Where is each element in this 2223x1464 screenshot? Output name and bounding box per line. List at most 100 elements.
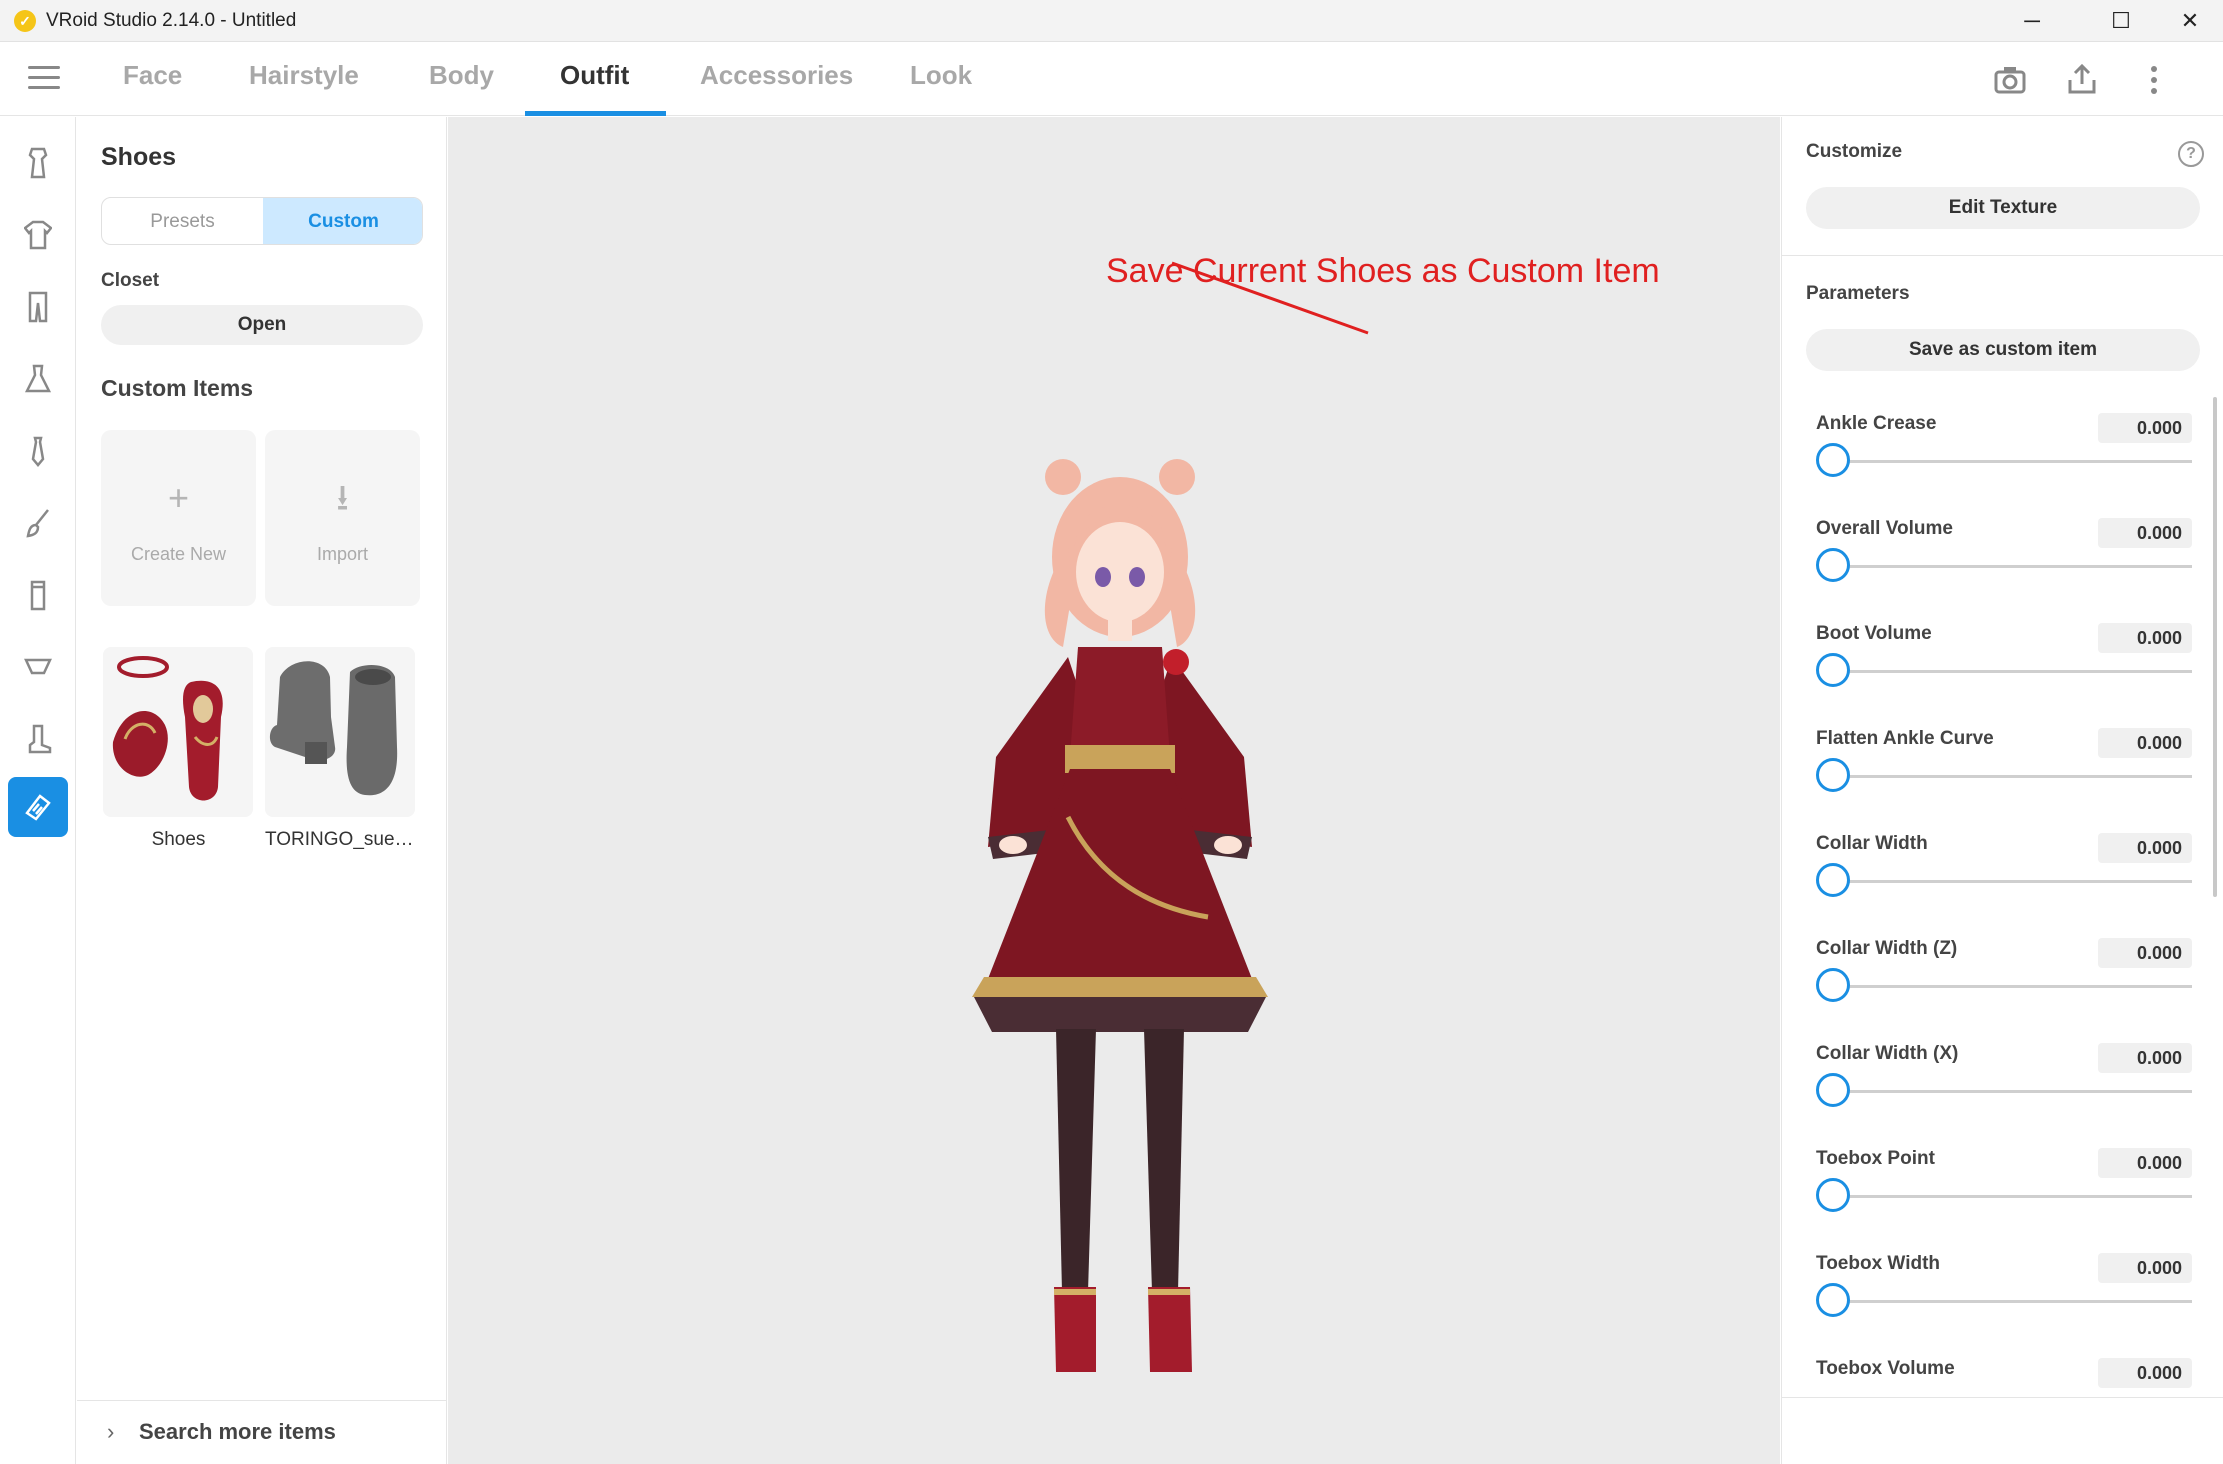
help-icon[interactable]: ? [2178,141,2204,167]
plus-icon: + [167,477,190,518]
param-value-input[interactable]: 0.000 [2098,1253,2192,1283]
slider-thumb[interactable] [1816,863,1850,897]
slider-thumb[interactable] [1816,1178,1850,1212]
tab-look[interactable]: Look [910,60,972,116]
custom-item-toringo-thumbnail[interactable] [265,647,415,817]
window-title: VRoid Studio 2.14.0 - Untitled [46,10,297,31]
download-icon: ⭳ [336,477,349,518]
slider-thumb[interactable] [1816,548,1850,582]
closet-label: Closet [101,270,160,291]
category-rail [0,117,76,1464]
custom-items-title: Custom Items [101,375,254,401]
param-value-input[interactable]: 0.000 [2098,1358,2192,1388]
annotation-arrow-icon [1171,261,1369,335]
model-viewport[interactable]: Save Current Shoes as Custom Item [448,117,1780,1464]
param-label: Toebox Width [1816,1253,1941,1274]
save-as-custom-item-button[interactable]: Save as custom item [1806,329,2200,371]
param-label: Ankle Crease [1816,413,1937,434]
param-ankle-crease: Ankle Crease 0.000 [1816,413,2192,518]
rail-underwear-icon[interactable] [8,637,68,697]
param-label: Collar Width (X) [1816,1043,1959,1064]
params-scrollbar[interactable] [2213,397,2217,897]
import-button[interactable]: ⭳ Import [265,430,420,606]
slider-track[interactable] [1826,985,2192,988]
rail-tops-icon[interactable] [8,205,68,265]
export-icon[interactable] [2062,60,2102,100]
minimize-button[interactable]: ─ [1997,0,2067,42]
slider-thumb[interactable] [1816,968,1850,1002]
search-more-items[interactable]: › Search more items [77,1400,447,1464]
param-value-input[interactable]: 0.000 [2098,1148,2192,1178]
shoes-left-panel: Shoes Presets Custom Closet Open Custom … [77,117,447,1464]
slider-thumb[interactable] [1816,653,1850,687]
param-overall-volume: Overall Volume 0.000 [1816,518,2192,623]
hamburger-menu-icon[interactable] [28,66,60,92]
param-label: Toebox Volume [1816,1358,1955,1379]
param-value-input[interactable]: 0.000 [2098,833,2192,863]
rail-brush-icon[interactable] [8,493,68,553]
tab-face[interactable]: Face [123,60,182,116]
import-label: Import [316,544,368,564]
custom-item-toringo-label: TORINGO_sued… [265,829,420,850]
rail-socks-icon[interactable] [8,565,68,625]
slider-track[interactable] [1826,1090,2192,1093]
param-label: Collar Width (Z) [1816,938,1958,959]
slider-track[interactable] [1826,775,2192,778]
param-value-input[interactable]: 0.000 [2098,1043,2192,1073]
param-value-input[interactable]: 0.000 [2098,938,2192,968]
custom-tab[interactable]: Custom [263,198,422,244]
slider-track[interactable] [1826,880,2192,883]
closet-open-button[interactable]: Open [101,305,423,345]
chevron-right-icon: › [107,1419,115,1444]
presets-tab[interactable]: Presets [102,198,263,244]
customize-right-panel: Customize ? Edit Texture Parameters Save… [1781,117,2223,1464]
panel-divider [1782,255,2223,256]
tab-hairstyle[interactable]: Hairstyle [249,60,359,116]
param-value-input[interactable]: 0.000 [2098,518,2192,548]
slider-track[interactable] [1826,460,2192,463]
param-collar-width-z: Collar Width (Z) 0.000 [1816,938,2192,1043]
edit-texture-button[interactable]: Edit Texture [1806,187,2200,229]
app-logo-icon: ✓ [14,10,36,32]
camera-icon[interactable] [1990,60,2030,100]
window-titlebar: ✓ VRoid Studio 2.14.0 - Untitled ─ ☐ ✕ [0,0,2223,42]
slider-thumb[interactable] [1816,443,1850,477]
panel-title: Shoes [101,143,177,171]
slider-track[interactable] [1826,565,2192,568]
active-tab-indicator [525,111,666,116]
rail-bottoms-icon[interactable] [8,277,68,337]
slider-track[interactable] [1826,1195,2192,1198]
custom-item-shoes-label: Shoes [151,829,206,850]
custom-item-shoes-thumbnail[interactable] [103,647,253,817]
slider-thumb[interactable] [1816,1073,1850,1107]
rail-onepiece-icon[interactable] [8,133,68,193]
rail-boot-icon[interactable] [8,709,68,769]
slider-thumb[interactable] [1816,758,1850,792]
param-value-input[interactable]: 0.000 [2098,623,2192,653]
main-tabbar: Face Hairstyle Body Outfit Accessories L… [0,42,2223,116]
param-label: Collar Width [1816,833,1928,854]
customize-title: Customize [1806,141,1903,162]
param-value-input[interactable]: 0.000 [2098,728,2192,758]
param-value-input[interactable]: 0.000 [2098,413,2192,443]
param-collar-width-x: Collar Width (X) 0.000 [1816,1043,2192,1148]
tab-body[interactable]: Body [429,60,494,116]
maximize-button[interactable]: ☐ [2086,0,2156,42]
param-label: Boot Volume [1816,623,1932,644]
create-new-label: Create New [130,544,227,564]
rail-dress-icon[interactable] [8,349,68,409]
presets-custom-toggle: Presets Custom [101,197,423,245]
slider-track[interactable] [1826,1300,2192,1303]
more-vertical-icon[interactable] [2134,60,2174,100]
create-new-button[interactable]: + Create New [101,430,256,606]
parameters-title: Parameters [1806,283,1910,304]
tab-outfit[interactable]: Outfit [560,60,629,116]
slider-track[interactable] [1826,670,2192,673]
close-button[interactable]: ✕ [2155,0,2223,42]
param-boot-volume: Boot Volume 0.000 [1816,623,2192,728]
panel-footer [1782,1397,2223,1464]
tab-accessories[interactable]: Accessories [700,60,853,116]
slider-thumb[interactable] [1816,1283,1850,1317]
rail-shoes-icon[interactable] [8,777,68,837]
rail-tie-icon[interactable] [8,421,68,481]
